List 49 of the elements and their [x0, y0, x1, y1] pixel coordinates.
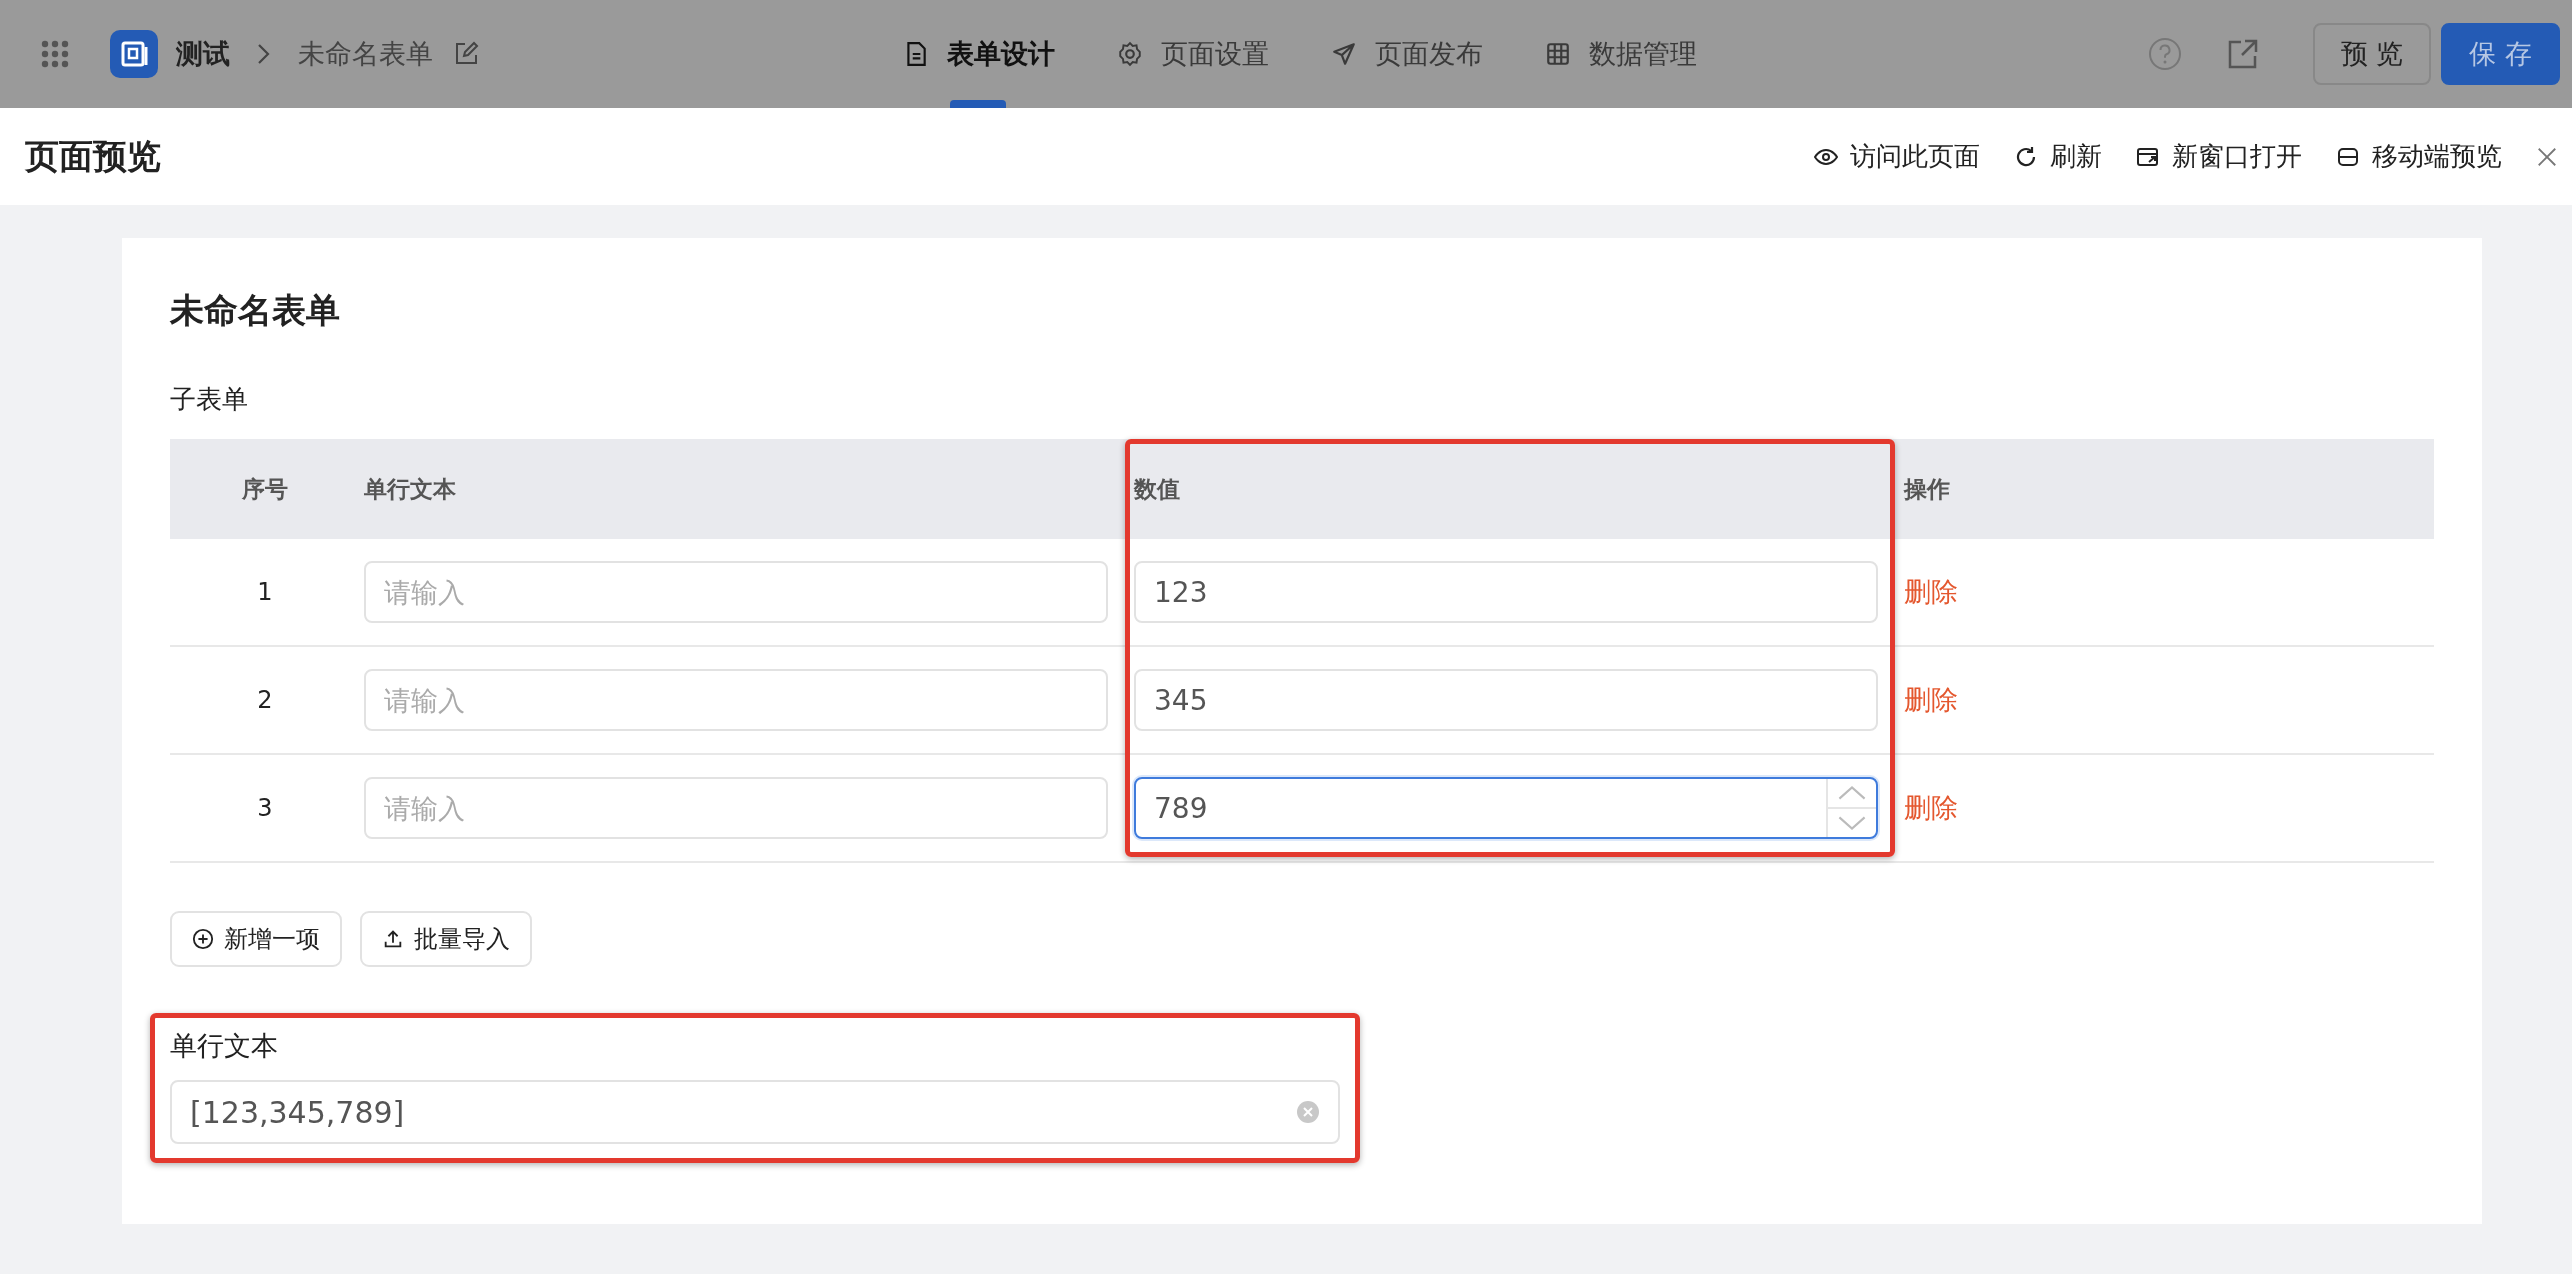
number-input[interactable]: 345 — [1134, 669, 1878, 731]
column-header: 操作 — [1902, 474, 1951, 504]
preview-button[interactable]: 预 览 — [2312, 23, 2432, 85]
nav-tab[interactable]: 页面发布 — [1331, 0, 1483, 108]
tab-indicator — [950, 100, 1006, 108]
row-number: 3 — [257, 794, 273, 822]
nav-tab[interactable]: 页面设置 — [1117, 0, 1269, 108]
table-icon — [1545, 41, 1571, 67]
text-input[interactable]: 请输入 — [364, 561, 1108, 623]
chevron-right-icon — [256, 42, 272, 66]
column-header: 数值 — [1132, 474, 1181, 504]
add-item-button[interactable]: 新增一项 — [170, 911, 342, 967]
toolbar-action[interactable]: 刷新 — [2014, 139, 2102, 174]
toolbar-action[interactable]: 访问此页面 — [1814, 139, 1980, 174]
toolbar-action[interactable]: 新窗口打开 — [2136, 139, 2302, 174]
nav-tab[interactable]: 表单设计 — [903, 0, 1055, 108]
delete-link[interactable]: 删除 — [1904, 576, 1958, 607]
upload-icon — [382, 928, 404, 950]
toolbar-action[interactable]: 移动端预览 — [2336, 139, 2502, 174]
preview-title: 页面预览 — [25, 134, 161, 178]
edit-icon[interactable] — [453, 41, 479, 67]
text-input[interactable]: 请输入 — [364, 777, 1108, 839]
import-button[interactable]: 批量导入 — [360, 911, 532, 967]
row-number: 2 — [257, 686, 273, 714]
close-icon[interactable] — [2536, 145, 2558, 168]
delete-link[interactable]: 删除 — [1904, 684, 1958, 715]
app-logo-icon — [110, 30, 158, 78]
plus-circle-icon — [192, 928, 214, 950]
row-number: 1 — [257, 578, 273, 606]
form-name: 未命名表单 — [298, 37, 433, 71]
refresh-icon — [2014, 144, 2038, 169]
field-label: 单行文本 — [170, 1029, 279, 1063]
gear-icon — [1117, 41, 1143, 67]
number-input[interactable]: 123 — [1134, 561, 1878, 623]
apps-grid-icon[interactable] — [40, 39, 70, 69]
form-title: 未命名表单 — [170, 289, 341, 332]
clear-icon[interactable] — [1296, 1100, 1320, 1124]
nav-tab[interactable]: 数据管理 — [1545, 0, 1697, 108]
save-button[interactable]: 保 存 — [2441, 23, 2560, 85]
text-field[interactable]: [123,345,789] — [170, 1080, 1340, 1144]
delete-link[interactable]: 删除 — [1904, 792, 1958, 823]
app-name[interactable]: 测试 — [176, 36, 230, 72]
subform-label: 子表单 — [170, 383, 249, 416]
text-input[interactable]: 请输入 — [364, 669, 1108, 731]
paper-plane-icon — [1331, 41, 1357, 67]
column-header: 单行文本 — [363, 474, 457, 504]
column-header: 序号 — [241, 474, 289, 504]
number-input[interactable]: 789 — [1134, 777, 1878, 839]
help-icon[interactable] — [2146, 36, 2183, 72]
